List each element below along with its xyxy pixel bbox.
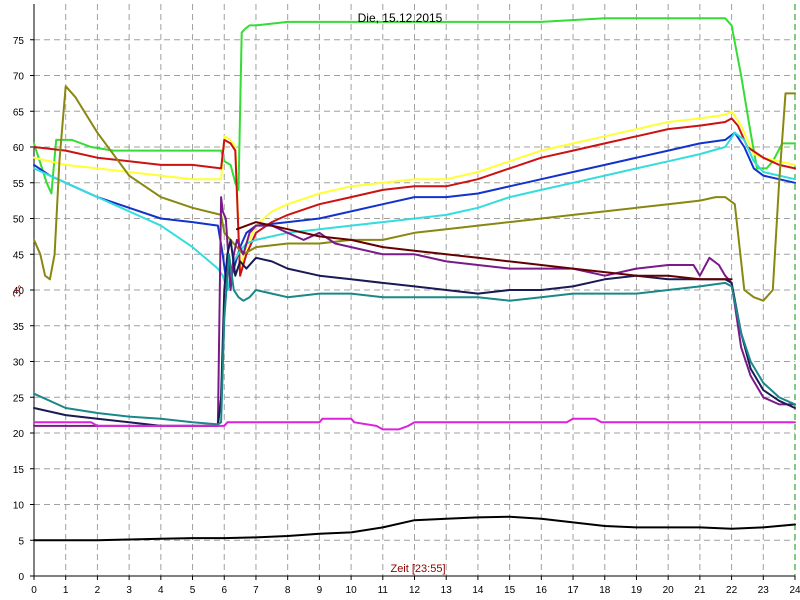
y-tick-label: 30 [13,358,25,369]
y-tick-label: 55 [13,179,25,190]
y-tick-label: 50 [13,215,25,226]
y-tick-label: 25 [13,393,25,404]
y-tick-label: 20 [13,429,25,440]
y-tick-label: 0 [18,572,24,583]
y-tick-label: 75 [13,36,25,47]
x-tick-label: 19 [631,585,643,596]
x-tick-label: 7 [253,585,259,596]
chart-title: Die, 15.12.2015 [358,11,443,25]
y-tick-label: 10 [13,501,25,512]
y-tick-label: 15 [13,465,25,476]
x-tick-label: 13 [441,585,453,596]
x-tick-label: 3 [126,585,132,596]
x-tick-label: 15 [504,585,516,596]
x-tick-label: 12 [409,585,421,596]
x-tick-label: 20 [663,585,675,596]
x-tick-label: 22 [726,585,738,596]
x-tick-label: 14 [472,585,484,596]
x-axis-label: Zeit [23:55] [390,563,445,575]
x-tick-label: 6 [221,585,227,596]
x-tick-label: 11 [378,585,389,596]
y-tick-label: 45 [13,250,25,261]
y-tick-label: 65 [13,107,25,118]
x-tick-label: 17 [567,585,579,596]
chart-background [0,0,800,600]
temperature-chart: 0 1 2 3 4 5 6 7 8 9 10 11 12 13 14 15 16 17 18 19 20 21 22 23 24… [0,0,800,600]
x-tick-label: 16 [536,585,548,596]
y-axis-label: °C [10,285,22,297]
x-tick-label: 8 [285,585,291,596]
x-tick-label: 18 [599,585,611,596]
x-tick-label: 24 [789,585,800,596]
x-tick-label: 5 [190,585,196,596]
x-tick-label: 1 [63,585,69,596]
x-tick-label: 2 [95,585,101,596]
x-tick-label: 10 [346,585,358,596]
x-tick-label: 4 [158,585,164,596]
y-tick-label: 35 [13,322,25,333]
x-tick-label: 23 [758,585,770,596]
y-tick-label: 5 [18,536,24,547]
y-tick-label: 60 [13,143,25,154]
x-tick-label: 21 [694,585,706,596]
x-tick-label: 9 [317,585,323,596]
x-tick-label: 0 [31,585,37,596]
y-tick-label: 70 [13,72,25,83]
